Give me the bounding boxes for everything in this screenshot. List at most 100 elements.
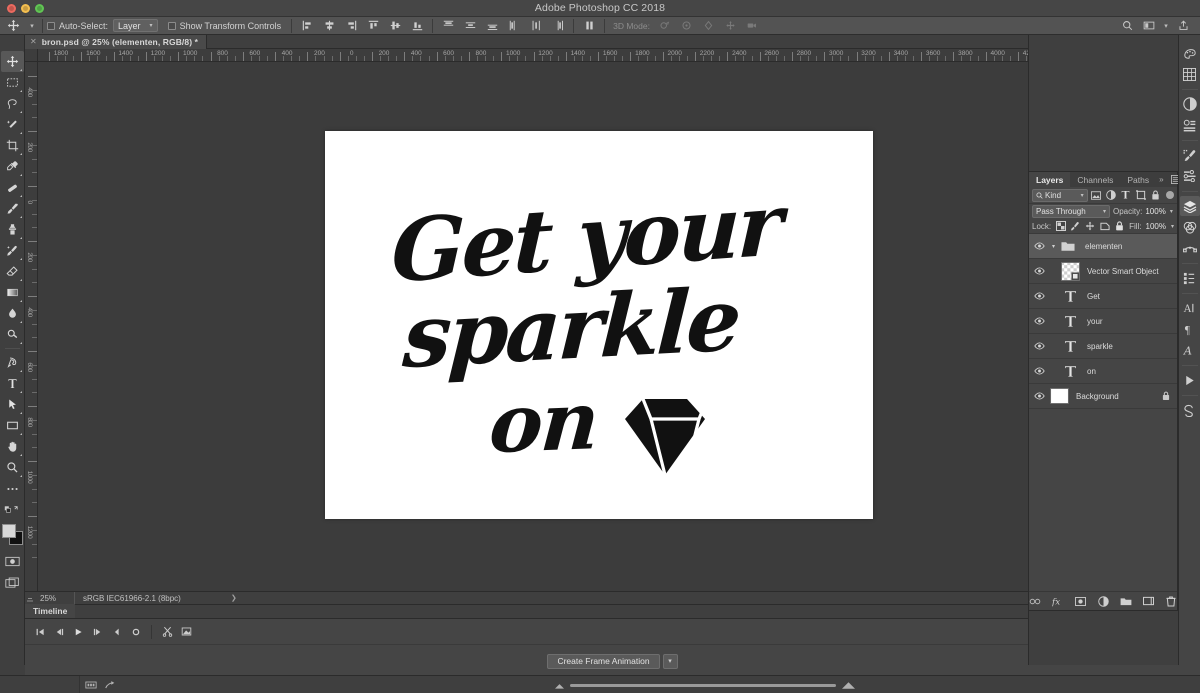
stepper-icon[interactable]: ▾ — [1170, 208, 1173, 215]
distribute-left-edges-icon[interactable] — [503, 17, 525, 35]
layer-row[interactable]: ▾ elementen — [1029, 234, 1177, 259]
screen-mode-button[interactable] — [1, 572, 24, 593]
layer-name[interactable]: on — [1080, 367, 1096, 376]
layer-visibility-eye-icon[interactable] — [1029, 284, 1049, 309]
distribute-horizontal-centers-icon[interactable] — [525, 17, 547, 35]
zoom-tool[interactable] — [1, 457, 24, 478]
audio-icon[interactable] — [107, 621, 126, 643]
actions-arrow-icon[interactable] — [1180, 400, 1200, 420]
layer-visibility-eye-icon[interactable] — [1029, 334, 1049, 359]
timeline-zoom-slider[interactable] — [555, 681, 855, 689]
dodge-tool[interactable] — [1, 324, 24, 345]
layer-visibility-eye-icon[interactable] — [1029, 384, 1049, 409]
auto-select-checkbox[interactable] — [47, 22, 55, 30]
layers-stack-icon[interactable] — [1180, 196, 1200, 216]
skip-back-icon[interactable] — [31, 621, 50, 643]
color-swatches[interactable] — [1, 523, 23, 545]
blur-tool[interactable] — [1, 303, 24, 324]
artboard[interactable]: Get your sparkle on — [325, 131, 873, 519]
frame-render-icon[interactable] — [85, 681, 97, 689]
color-wheel-icon[interactable] — [1180, 43, 1200, 63]
layer-row[interactable]: Background — [1029, 384, 1177, 409]
new-layer-icon[interactable] — [1142, 595, 1155, 608]
layer-name[interactable]: your — [1080, 317, 1103, 326]
brush-settings-icon[interactable] — [1180, 145, 1200, 165]
tab-timeline[interactable]: Timeline — [25, 604, 75, 618]
adjustment-layer-filter-icon[interactable] — [1105, 188, 1118, 202]
tab-channels[interactable]: Channels — [1070, 172, 1120, 187]
align-vertical-centers-icon[interactable] — [384, 17, 406, 35]
distribute-bottom-edges-icon[interactable] — [481, 17, 503, 35]
layer-row[interactable]: Get — [1029, 284, 1177, 309]
double-chevron-right-icon[interactable]: » — [1156, 175, 1166, 184]
document-tab[interactable]: ✕ bron.psd @ 25% (elementen, RGB/8) * — [25, 35, 207, 49]
distribute-vertical-centers-icon[interactable] — [459, 17, 481, 35]
layer-name[interactable]: elementen — [1078, 242, 1122, 251]
move-tool[interactable] — [1, 51, 24, 72]
path-selection-tool[interactable] — [1, 394, 24, 415]
align-top-edges-icon[interactable] — [362, 17, 384, 35]
quick-selection-tool[interactable] — [1, 114, 24, 135]
resize-grip-icon[interactable] — [25, 592, 34, 605]
layer-thumbnail[interactable] — [1049, 386, 1069, 406]
close-icon[interactable]: ✕ — [30, 37, 37, 46]
lock-transparent-pixels-icon[interactable] — [1055, 220, 1066, 232]
move-tool-preset-caret[interactable]: ▾ — [26, 22, 38, 30]
align-horizontal-centers-icon[interactable] — [318, 17, 340, 35]
orbit-3d-icon[interactable] — [654, 17, 676, 35]
play-triangle-icon[interactable] — [1180, 370, 1200, 390]
blend-mode-dropdown[interactable]: Pass Through ▾ — [1032, 205, 1110, 218]
character-A-icon[interactable]: A — [1180, 298, 1200, 318]
history-icon[interactable] — [1180, 268, 1200, 288]
rectangle-tool[interactable] — [1, 415, 24, 436]
lasso-tool[interactable] — [1, 93, 24, 114]
group-expand-chevron-icon[interactable]: ▾ — [1049, 243, 1058, 250]
transition-icon[interactable] — [177, 621, 196, 643]
show-transform-controls-checkbox[interactable] — [168, 22, 176, 30]
horizontal-type-tool[interactable] — [1, 373, 24, 394]
eraser-tool[interactable] — [1, 261, 24, 282]
distribute-top-edges-icon[interactable] — [437, 17, 459, 35]
zoom-level-value[interactable]: 25% — [34, 594, 74, 603]
layer-visibility-eye-icon[interactable] — [1029, 259, 1049, 284]
chevron-down-icon[interactable]: ▾ — [663, 654, 678, 669]
fill-value[interactable]: 100% — [1146, 222, 1166, 231]
layer-thumbnail[interactable] — [1060, 361, 1080, 381]
auto-select-scope-dropdown[interactable]: Layer ▾ — [113, 19, 158, 32]
script-A-icon[interactable]: A — [1180, 340, 1200, 360]
align-distribute-options-icon[interactable] — [578, 17, 600, 35]
create-frame-animation-button[interactable]: Create Frame Animation — [547, 654, 659, 669]
layer-name[interactable]: Background — [1069, 392, 1119, 401]
layer-name[interactable]: Vector Smart Object — [1080, 267, 1159, 276]
link-icon[interactable] — [1029, 595, 1042, 608]
horizontal-ruler[interactable]: 1800160014001200100080060040020002004006… — [38, 49, 1200, 62]
layer-thumbnail[interactable] — [1060, 261, 1080, 281]
brush-presets-icon[interactable] — [1180, 166, 1200, 186]
small-mountain-icon[interactable] — [555, 682, 564, 689]
opacity-value[interactable]: 100% — [1145, 207, 1165, 216]
half-circle-icon[interactable] — [1097, 595, 1110, 608]
layer-name[interactable]: Get — [1080, 292, 1100, 301]
trash-icon[interactable] — [1164, 595, 1177, 608]
layer-mask-icon[interactable] — [1074, 595, 1087, 608]
step-back-icon[interactable] — [50, 621, 69, 643]
move-tool-icon[interactable] — [0, 17, 26, 35]
chevron-down-icon[interactable]: ▾ — [1160, 22, 1172, 30]
fx-icon[interactable]: fx — [1052, 595, 1065, 608]
layer-thumbnail[interactable] — [1060, 336, 1080, 356]
ruler-corner[interactable] — [25, 49, 38, 62]
styles-icon[interactable] — [1180, 115, 1200, 135]
workspace-icon[interactable] — [1138, 17, 1160, 35]
chevron-right-icon[interactable]: ❯ — [231, 594, 237, 602]
layer-thumbnail[interactable] — [1060, 286, 1080, 306]
layer-thumbnail[interactable] — [1058, 236, 1078, 256]
hand-tool[interactable] — [1, 436, 24, 457]
folder-icon[interactable] — [1119, 595, 1132, 608]
layer-row[interactable]: on — [1029, 359, 1177, 384]
edit-toolbar-button[interactable] — [1, 478, 24, 499]
stepper-icon[interactable]: ▾ — [1171, 223, 1174, 230]
adjustments-circle-icon[interactable] — [1180, 94, 1200, 114]
paths-icon[interactable] — [1180, 238, 1200, 258]
lock-all-icon[interactable] — [1114, 220, 1125, 232]
shape-layer-filter-icon[interactable] — [1134, 188, 1147, 202]
